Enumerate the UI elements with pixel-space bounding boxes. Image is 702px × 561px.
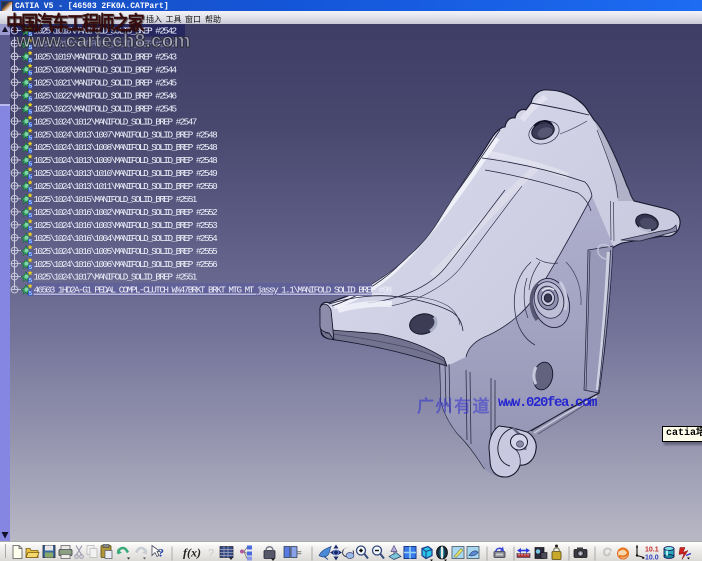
svg-text:1025\1024\1016\1006\MANIFOLD_S: 1025\1024\1016\1006\MANIFOLD_SOLID_BREP … [34, 259, 218, 270]
svg-text:46503 1HD2A-G1 PEDAL COMPL-CLU: 46503 1HD2A-G1 PEDAL COMPL-CLUTCH W%47BR… [34, 285, 392, 296]
svg-text:5: 5 [29, 84, 32, 90]
svg-text:5: 5 [29, 187, 32, 193]
svg-text:1025\1024\1013\1010\MANIFOLD_S: 1025\1024\1013\1010\MANIFOLD_SOLID_BREP … [34, 168, 218, 179]
svg-text:5: 5 [29, 213, 32, 219]
svg-text:5: 5 [29, 239, 32, 245]
svg-text:f(x): f(x) [183, 546, 201, 560]
svg-text:5: 5 [29, 174, 32, 180]
svg-text:5: 5 [29, 97, 32, 103]
svg-text:5: 5 [29, 200, 32, 206]
svg-text:5: 5 [29, 265, 32, 271]
svg-text:=: = [297, 549, 302, 558]
svg-text:5: 5 [29, 136, 32, 142]
svg-text:5: 5 [29, 58, 32, 64]
svg-text:5: 5 [29, 226, 32, 232]
svg-text:5: 5 [29, 123, 32, 129]
svg-text:1025\1024\1016\1003\MANIFOLD_S: 1025\1024\1016\1003\MANIFOLD_SOLID_BREP … [34, 220, 218, 231]
svg-text:?: ? [208, 548, 214, 560]
svg-text:10.1: 10.1 [645, 547, 659, 554]
svg-text:?: ? [158, 546, 164, 560]
svg-text:1025\1024\1016\1005\MANIFOLD_S: 1025\1024\1016\1005\MANIFOLD_SOLID_BREP … [34, 246, 218, 257]
svg-text:1025\1024\1016\1004\MANIFOLD_S: 1025\1024\1016\1004\MANIFOLD_SOLID_BREP … [34, 233, 219, 244]
svg-text:1025\1020\MANIFOLD_SOLID_BREP: 1025\1020\MANIFOLD_SOLID_BREP #2544 [34, 65, 178, 76]
svg-text:1025\1023\MANIFOLD_SOLID_BREP: 1025\1023\MANIFOLD_SOLID_BREP #2545 [34, 103, 177, 114]
svg-text:1025\1024\1013\1011\MANIFOLD_S: 1025\1024\1013\1011\MANIFOLD_SOLID_BREP … [34, 181, 218, 192]
svg-text:1025\1024\1013\1007\MANIFOLD_S: 1025\1024\1013\1007\MANIFOLD_SOLID_BREP … [34, 129, 218, 140]
svg-text:5: 5 [29, 291, 32, 297]
svg-text:1025\1024\1017\MANIFOLD_SOLID_: 1025\1024\1017\MANIFOLD_SOLID_BREP #2551 [34, 272, 198, 283]
svg-text:5: 5 [29, 149, 32, 155]
svg-text:1025\1024\1015\MANIFOLD_SOLID_: 1025\1024\1015\MANIFOLD_SOLID_BREP #2551 [34, 194, 198, 205]
svg-text:1025\1024\1016\1002\MANIFOLD_S: 1025\1024\1016\1002\MANIFOLD_SOLID_BREP … [34, 207, 218, 218]
svg-text:5: 5 [29, 71, 32, 77]
svg-text:1025\1022\MANIFOLD_SOLID_BREP: 1025\1022\MANIFOLD_SOLID_BREP #2546 [34, 91, 177, 102]
svg-text:1025\1024\1012\MANIFOLD_SOLID_: 1025\1024\1012\MANIFOLD_SOLID_BREP #2547 [34, 116, 197, 127]
svg-text:1025\1019\MANIFOLD_SOLID_BREP: 1025\1019\MANIFOLD_SOLID_BREP #2543 [34, 52, 177, 63]
svg-text:1025\1024\1013\1009\MANIFOLD_S: 1025\1024\1013\1009\MANIFOLD_SOLID_BREP … [34, 155, 218, 166]
svg-text:5: 5 [29, 161, 32, 167]
svg-text:5: 5 [29, 110, 32, 116]
svg-text:1025\1024\1013\1008\MANIFOLD_S: 1025\1024\1013\1008\MANIFOLD_SOLID_BREP … [34, 142, 218, 153]
svg-text:5: 5 [29, 252, 32, 258]
svg-text:10.0: 10.0 [645, 555, 659, 561]
svg-text:1025\1021\MANIFOLD_SOLID_BREP: 1025\1021\MANIFOLD_SOLID_BREP #2545 [34, 78, 177, 89]
